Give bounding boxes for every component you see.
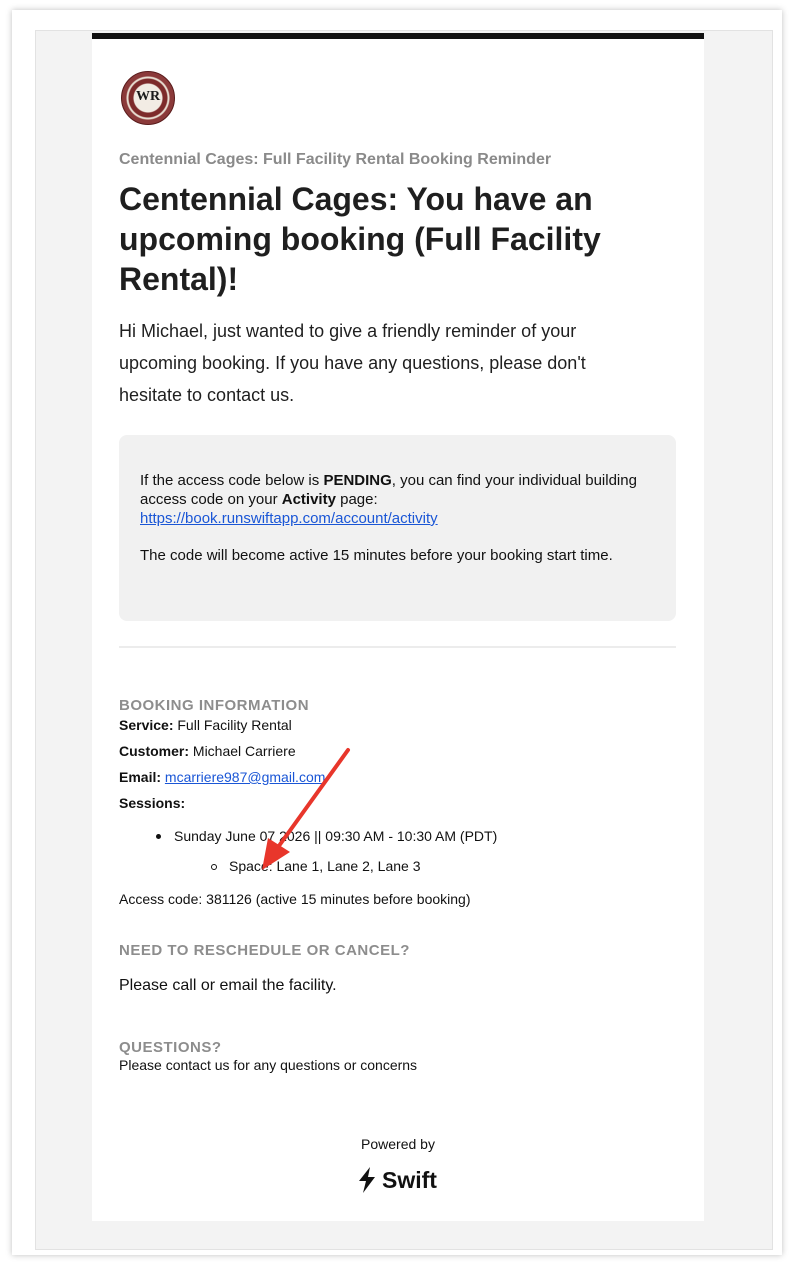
intro-paragraph: Hi Michael, just wanted to give a friend…: [119, 321, 586, 405]
service-row: Service: Full Facility Rental: [119, 717, 292, 733]
sessions-label: Sessions:: [119, 795, 186, 811]
notice-paragraph: If the access code below is PENDING, you…: [140, 472, 637, 527]
sessions-row: Sessions:: [119, 795, 185, 811]
section-divider: [119, 646, 676, 648]
swift-brand-name: Swift: [382, 1166, 437, 1193]
email-card: WR Centennial Cages: Full Facility Renta…: [92, 33, 704, 1221]
active-note: The code will become active 15 minutes b…: [140, 547, 613, 564]
customer-label: Customer:: [119, 743, 190, 759]
customer-email-link[interactable]: mcarriere987@gmail.com: [165, 769, 325, 785]
service-value: Full Facility Rental: [177, 717, 292, 733]
access-code-notice: If the access code below is PENDING, you…: [119, 435, 676, 621]
swift-logo-icon: [359, 1167, 375, 1193]
space-bullet: [211, 864, 217, 870]
questions-title: QUESTIONS?: [119, 1039, 222, 1056]
email-label: Email:: [119, 769, 162, 785]
email-row: Email: mcarriere987@gmail.com: [119, 769, 325, 785]
service-label: Service:: [119, 717, 174, 733]
booking-info-title: BOOKING INFORMATION: [119, 697, 310, 714]
powered-by-label: Powered by: [361, 1136, 435, 1152]
activity-word: Activity: [281, 491, 336, 508]
access-code-line: Access code: 381126 (active 15 minutes b…: [119, 891, 471, 907]
space-item: Space: Lane 1, Lane 2, Lane 3: [229, 858, 421, 874]
customer-value: Michael Carriere: [192, 743, 296, 759]
reschedule-title: NEED TO RESCHEDULE OR CANCEL?: [119, 942, 410, 959]
pending-word: PENDING: [323, 472, 392, 489]
session-item: Sunday June 07 2026 || 09:30 AM - 10:30 …: [174, 828, 498, 844]
email-headline: Centennial Cages: You have an upcoming b…: [119, 181, 601, 297]
logo-lettering: WR: [135, 89, 161, 104]
questions-text: Please contact us for any questions or c…: [119, 1057, 418, 1073]
swift-brand[interactable]: Swift: [356, 1165, 437, 1195]
customer-row: Customer: Michael Carriere: [119, 743, 296, 759]
facility-logo: WR: [121, 71, 175, 125]
activity-link[interactable]: https://book.runswiftapp.com/account/act…: [140, 510, 438, 527]
reschedule-text: Please call or email the facility.: [119, 977, 337, 994]
email-preheader: Centennial Cages: Full Facility Rental B…: [119, 151, 552, 168]
session-bullet: [156, 834, 161, 839]
